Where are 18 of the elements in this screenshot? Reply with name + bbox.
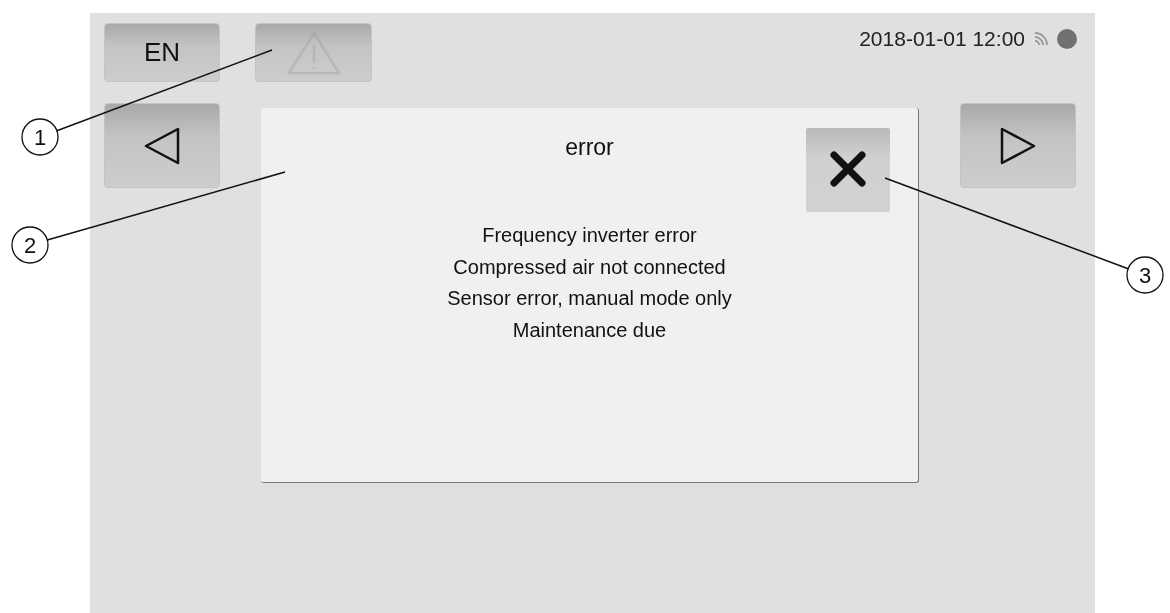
close-button[interactable]: [806, 128, 890, 212]
callout-marker: 3: [1126, 256, 1164, 294]
callout-marker: 2: [11, 226, 49, 264]
left-triangle-icon: [142, 125, 182, 166]
close-icon: [828, 148, 868, 189]
date-time: 2018-01-01 12:00: [859, 26, 1025, 51]
wifi-icon: [1033, 29, 1049, 48]
callout-marker: 1: [21, 118, 59, 156]
right-triangle-icon: [998, 125, 1038, 166]
error-message: Frequency inverter error: [482, 223, 697, 248]
error-message: Maintenance due: [512, 317, 667, 343]
error-message: Sensor error, manual mode only: [447, 286, 732, 311]
back-button[interactable]: [104, 103, 220, 188]
language-button[interactable]: EN: [104, 23, 220, 82]
forward-button[interactable]: [960, 103, 1076, 188]
error-message: Compressed air not connected: [453, 254, 726, 280]
status-dot-icon: [1057, 28, 1077, 49]
dialog-title: error: [565, 134, 614, 162]
